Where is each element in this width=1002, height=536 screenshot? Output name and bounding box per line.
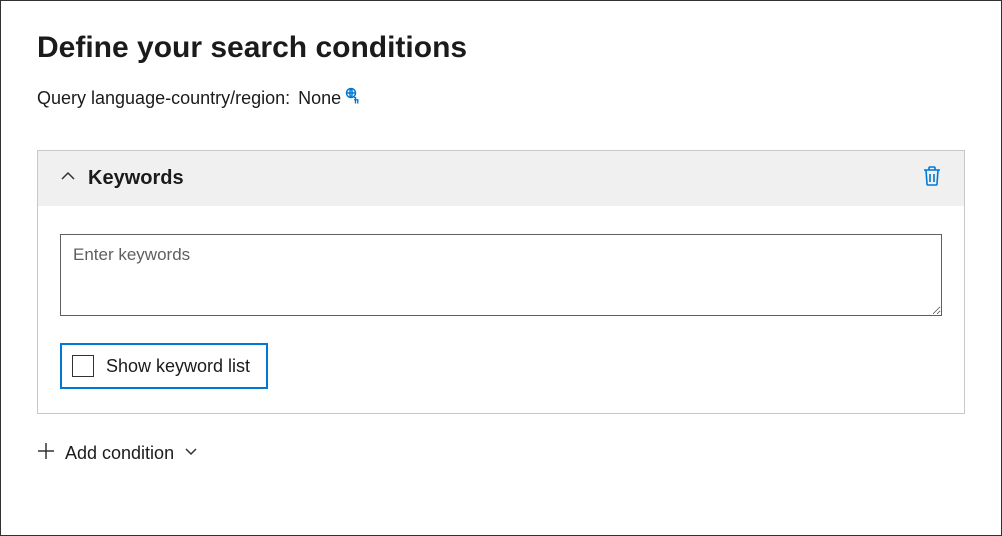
show-keyword-list-toggle[interactable]: Show keyword list: [60, 343, 268, 389]
keywords-panel: Keywords Show keyword list: [37, 150, 965, 414]
keywords-panel-body: Show keyword list: [38, 206, 964, 413]
trash-icon[interactable]: [922, 165, 942, 192]
chevron-down-icon: [184, 443, 198, 464]
query-language-value: None: [298, 88, 341, 109]
show-keyword-list-checkbox[interactable]: [72, 355, 94, 377]
keywords-input[interactable]: [60, 234, 942, 316]
keywords-panel-title: Keywords: [88, 167, 184, 190]
add-condition-label: Add condition: [65, 443, 174, 464]
query-language-row: Query language-country/region: None: [37, 87, 965, 110]
show-keyword-list-label: Show keyword list: [106, 356, 250, 377]
plus-icon: [37, 442, 55, 465]
add-condition-button[interactable]: Add condition: [37, 442, 965, 465]
language-globe-icon[interactable]: [341, 87, 363, 110]
page-title: Define your search conditions: [37, 31, 965, 65]
query-language-label: Query language-country/region:: [37, 88, 290, 109]
keywords-panel-header[interactable]: Keywords: [38, 151, 964, 206]
chevron-up-icon: [60, 168, 76, 189]
